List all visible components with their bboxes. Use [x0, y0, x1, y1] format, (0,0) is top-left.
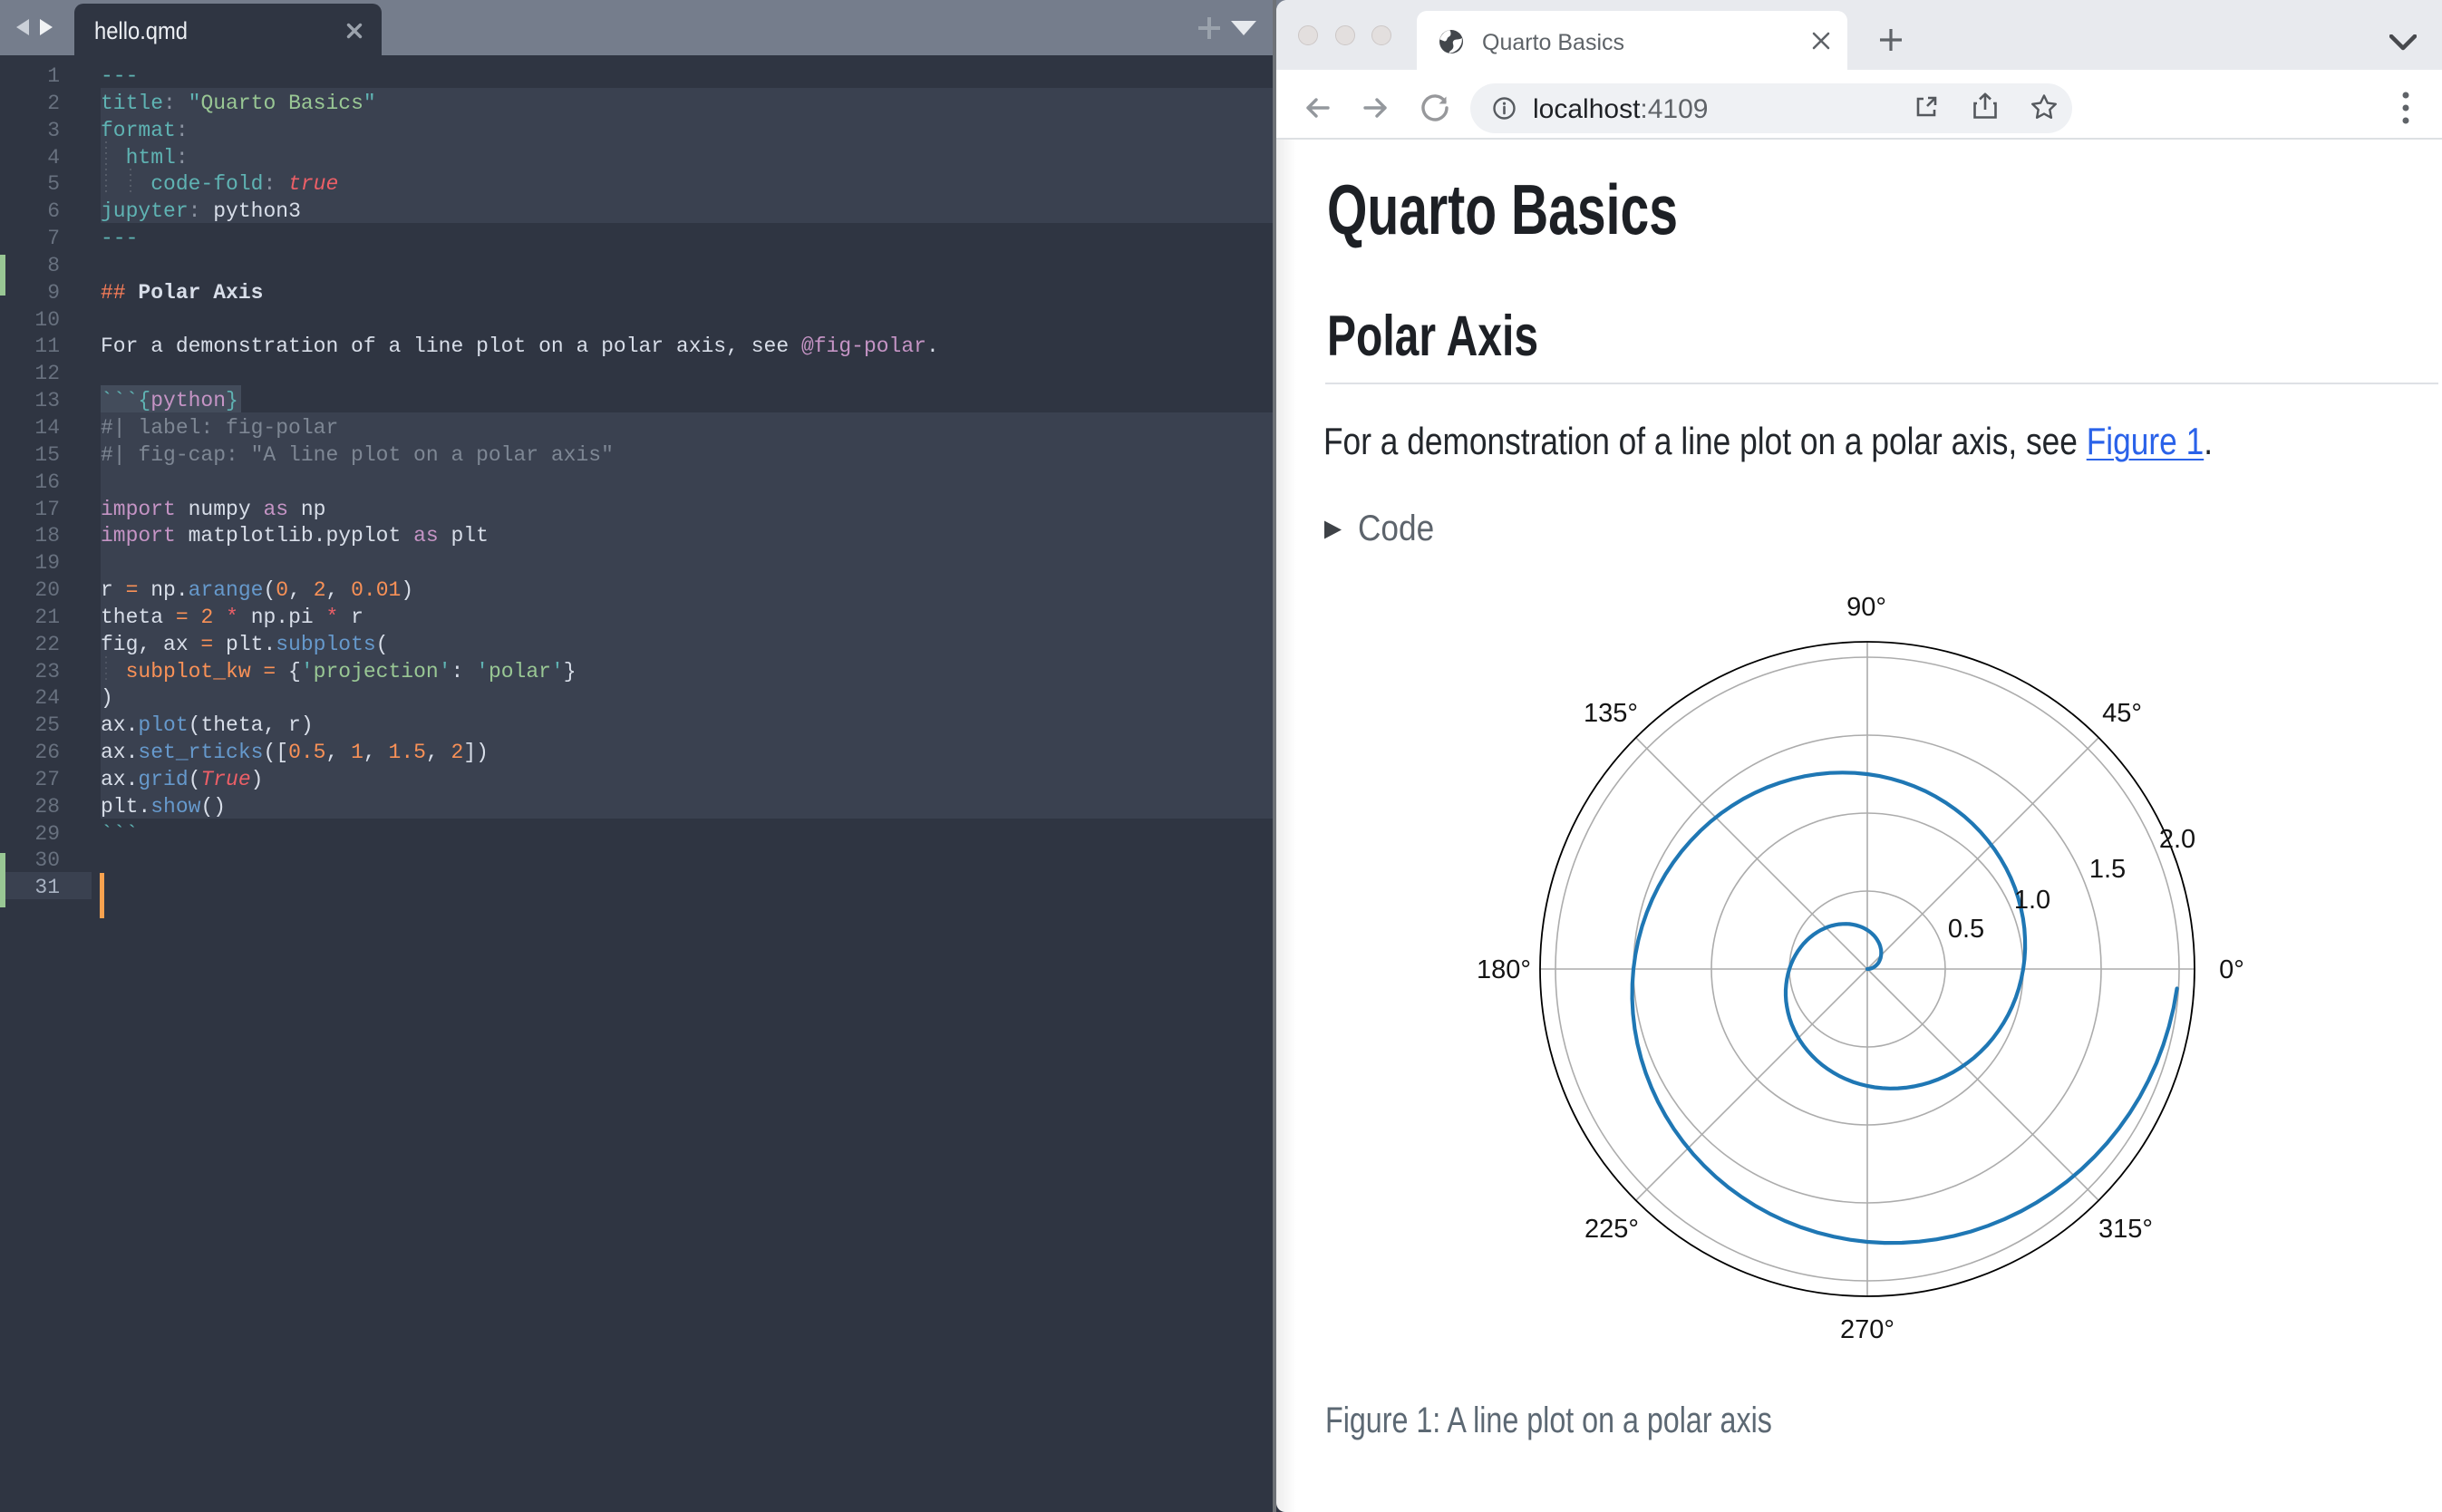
- svg-text:180°: 180°: [1478, 955, 1531, 984]
- svg-text:135°: 135°: [1584, 699, 1638, 728]
- svg-text:315°: 315°: [2098, 1215, 2153, 1244]
- svg-text:90°: 90°: [1846, 593, 1886, 622]
- svg-text:1.0: 1.0: [2014, 886, 2050, 915]
- svg-text:225°: 225°: [1584, 1215, 1639, 1244]
- svg-text:0°: 0°: [2219, 955, 2244, 984]
- svg-text:0.5: 0.5: [1948, 915, 1984, 944]
- svg-text:1.5: 1.5: [2089, 855, 2126, 884]
- svg-text:2.0: 2.0: [2159, 825, 2195, 854]
- svg-text:45°: 45°: [2102, 699, 2142, 728]
- svg-text:270°: 270°: [1840, 1315, 1894, 1344]
